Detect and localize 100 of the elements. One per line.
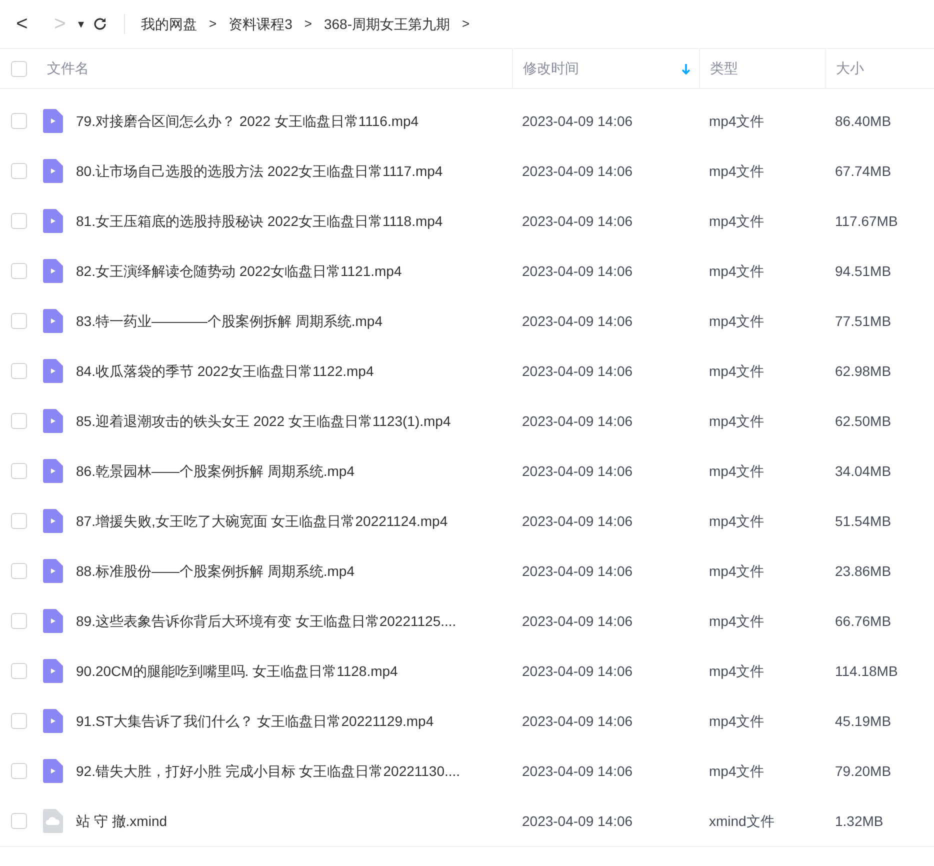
file-row[interactable]: 86.乾景园林——个股案例拆解 周期系统.mp4 2023-04-09 14:06 mp4文件 34.04MB [0, 446, 934, 496]
video-file-icon [43, 659, 63, 683]
checkbox[interactable] [11, 313, 27, 329]
file-name: 86.乾景园林——个股案例拆解 周期系统.mp4 [76, 462, 354, 481]
checkbox[interactable] [11, 163, 27, 179]
breadcrumb-separator: > [462, 15, 470, 34]
sort-down-icon[interactable] [681, 62, 691, 74]
video-file-icon [43, 409, 63, 433]
file-name: 83.特一药业————个股案例拆解 周期系统.mp4 [76, 312, 382, 331]
video-file-icon [43, 459, 63, 483]
video-file-icon [43, 209, 63, 233]
file-size: 94.51MB [834, 262, 892, 280]
file-name: 89.这些表象告诉你背后大环境有变 女王临盘日常20221125.... [76, 612, 456, 630]
checkbox[interactable] [11, 413, 27, 429]
cloud-file-icon [43, 809, 63, 833]
breadcrumb-separator: > [304, 15, 312, 34]
file-row[interactable]: 83.特一药业————个股案例拆解 周期系统.mp4 2023-04-09 14:06 mp4文件 77.51MB [0, 296, 934, 346]
file-row[interactable]: 84.收瓜落袋的季节 2022女王临盘日常1122.mp4 2023-04-09 14:06 mp4文件 62.98MB [0, 346, 934, 396]
file-row[interactable]: 88.标准股份——个股案例拆解 周期系统.mp4 2023-04-09 14:06 mp4文件 23.86MB [0, 546, 934, 596]
modified-time: 2023-04-09 14:06 [521, 112, 634, 130]
file-type: mp4文件 [708, 212, 766, 231]
file-row[interactable]: 92.错失大胜，打好小胜 完成小目标 女王临盘日常20221130.... 2023-04-09 14:06 mp4文件 79.20MB [0, 746, 934, 796]
file-type: mp4文件 [708, 262, 766, 281]
checkbox[interactable] [11, 113, 27, 129]
back-button[interactable]: < [14, 14, 30, 34]
file-row[interactable]: 81.女王压箱底的选股持股秘诀 2022女王临盘日常1118.mp4 2023-04-09 14:06 mp4文件 117.67MB [0, 196, 934, 246]
file-type: mp4文件 [708, 362, 766, 381]
file-row[interactable]: 90.20CM的腿能吃到嘴里吗. 女王临盘日常1128.mp4 2023-04-09 14:06 mp4文件 114.18MB [0, 646, 934, 696]
file-type: mp4文件 [708, 712, 766, 731]
checkbox[interactable] [11, 363, 27, 379]
file-name: 站 守 撤.xmind [76, 812, 168, 830]
modified-time: 2023-04-09 14:06 [521, 212, 634, 230]
file-type: mp4文件 [708, 112, 766, 131]
file-row[interactable]: 89.这些表象告诉你背后大环境有变 女王临盘日常20221125.... 2023-04-09 14:06 mp4文件 66.76MB [0, 596, 934, 646]
file-name: 90.20CM的腿能吃到嘴里吗. 女王临盘日常1128.mp4 [76, 662, 398, 681]
file-size: 86.40MB [834, 112, 892, 130]
checkbox[interactable] [11, 663, 27, 679]
file-row[interactable]: 站 守 撤.xmind 2023-04-09 14:06 xmind文件 1.32MB [0, 796, 934, 846]
video-file-icon [43, 509, 63, 533]
file-type: mp4文件 [708, 762, 766, 781]
file-type: mp4文件 [708, 562, 766, 581]
checkbox[interactable] [11, 713, 27, 729]
file-type: mp4文件 [708, 462, 766, 481]
file-row[interactable]: 85.迎着退潮攻击的铁头女王 2022 女王临盘日常1123(1).mp4 2023-04-09 14:06 mp4文件 62.50MB [0, 396, 934, 446]
checkbox[interactable] [11, 213, 27, 229]
modified-time: 2023-04-09 14:06 [521, 762, 634, 780]
checkbox[interactable] [11, 60, 27, 76]
file-row[interactable]: 91.ST大集告诉了我们什么？ 女王临盘日常20221129.mp4 2023-04-09 14:06 mp4文件 45.19MB [0, 696, 934, 746]
modified-time: 2023-04-09 14:06 [521, 612, 634, 630]
file-name: 88.标准股份——个股案例拆解 周期系统.mp4 [76, 562, 354, 581]
file-row[interactable]: 87.增援失败,女王吃了大碗宽面 女王临盘日常20221124.mp4 2023-04-09 14:06 mp4文件 51.54MB [0, 496, 934, 546]
file-size: 62.50MB [834, 412, 892, 430]
file-size: 117.67MB [834, 212, 899, 230]
breadcrumb-link[interactable]: 368-周期女王第九期 [324, 14, 450, 34]
file-name: 84.收瓜落袋的季节 2022女王临盘日常1122.mp4 [76, 362, 374, 381]
modified-time: 2023-04-09 14:06 [521, 412, 634, 430]
breadcrumb-link[interactable]: 资料课程3 [228, 14, 292, 34]
checkbox[interactable] [11, 613, 27, 629]
file-size: 79.20MB [834, 762, 892, 780]
modified-time: 2023-04-09 14:06 [521, 562, 634, 580]
file-type: mp4文件 [708, 512, 766, 531]
file-name: 92.错失大胜，打好小胜 完成小目标 女王临盘日常20221130.... [76, 762, 460, 780]
file-type: mp4文件 [708, 412, 766, 431]
checkbox[interactable] [11, 563, 27, 579]
modified-time: 2023-04-09 14:06 [521, 812, 634, 830]
modified-time: 2023-04-09 14:06 [521, 162, 634, 180]
file-name: 80.让市场自己选股的选股方法 2022女王临盘日常1117.mp4 [76, 162, 443, 181]
file-type: mp4文件 [708, 162, 766, 181]
video-file-icon [43, 609, 63, 633]
file-size: 51.54MB [834, 512, 892, 530]
history-dropdown[interactable]: ▾ [78, 15, 84, 33]
file-row[interactable]: 80.让市场自己选股的选股方法 2022女王临盘日常1117.mp4 2023-04-09 14:06 mp4文件 67.74MB [0, 146, 934, 196]
file-name: 85.迎着退潮攻击的铁头女王 2022 女王临盘日常1123(1).mp4 [76, 412, 451, 431]
modified-time: 2023-04-09 14:06 [521, 312, 634, 330]
file-name: 82.女王演绎解读仓随势动 2022女临盘日常1121.mp4 [76, 262, 402, 281]
file-type: xmind文件 [708, 812, 776, 830]
file-size: 1.32MB [834, 812, 884, 830]
video-file-icon [43, 559, 63, 583]
modified-time: 2023-04-09 14:06 [521, 462, 634, 480]
breadcrumb-separator: > [209, 15, 217, 34]
checkbox[interactable] [11, 513, 27, 529]
checkbox[interactable] [11, 463, 27, 479]
refresh-icon[interactable] [92, 16, 108, 32]
file-size: 45.19MB [834, 712, 892, 730]
checkbox[interactable] [11, 763, 27, 779]
file-row[interactable]: 82.女王演绎解读仓随势动 2022女临盘日常1121.mp4 2023-04-09 14:06 mp4文件 94.51MB [0, 246, 934, 296]
checkbox[interactable] [11, 263, 27, 279]
file-size: 77.51MB [834, 312, 892, 330]
modified-time: 2023-04-09 14:06 [521, 712, 634, 730]
checkbox[interactable] [11, 813, 27, 829]
video-file-icon [43, 159, 63, 183]
file-name: 87.增援失败,女王吃了大碗宽面 女王临盘日常20221124.mp4 [76, 512, 448, 531]
file-name: 81.女王压箱底的选股持股秘诀 2022女王临盘日常1118.mp4 [76, 212, 443, 231]
modified-time: 2023-04-09 14:06 [521, 662, 634, 680]
modified-time: 2023-04-09 14:06 [521, 362, 634, 380]
video-file-icon [43, 759, 63, 783]
modified-time: 2023-04-09 14:06 [521, 512, 634, 530]
file-row[interactable]: 79.对接磨合区间怎么办？ 2022 女王临盘日常1116.mp4 2023-04-09 14:06 mp4文件 86.40MB [0, 96, 934, 146]
file-type: mp4文件 [708, 612, 766, 631]
breadcrumb-link[interactable]: 我的网盘 [141, 14, 197, 34]
